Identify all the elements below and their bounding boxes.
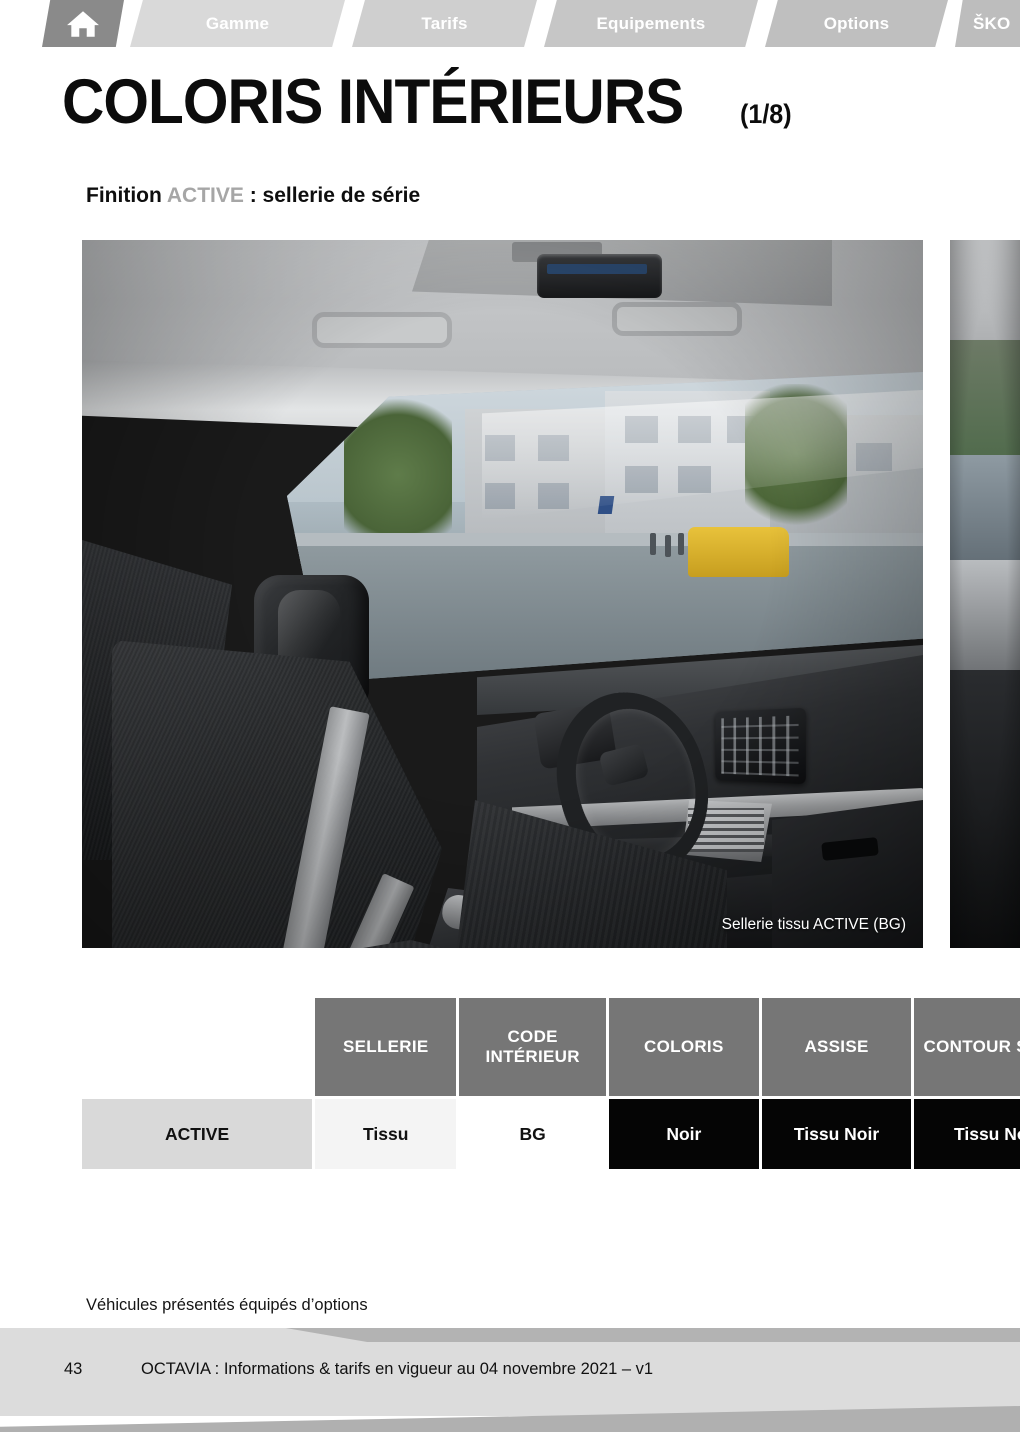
nav-tab-gamme[interactable]: Gamme <box>130 0 345 47</box>
table-header-code-interieur: CODE INTÉRIEUR <box>459 998 609 1096</box>
cell-code-interieur: BG <box>459 1096 609 1169</box>
footer-text: OCTAVIA : Informations & tarifs en vigue… <box>141 1360 654 1378</box>
photo-vignette <box>950 240 1020 948</box>
disclaimer-note: Véhicules présentés équipés d’options <box>86 1296 368 1314</box>
nav-tab-label: Gamme <box>205 13 270 33</box>
section-subtitle: Finition ACTIVE : sellerie de série <box>86 184 420 208</box>
nav-tab-label: Equipements <box>596 13 706 33</box>
nav-tab-skoda[interactable]: ŠKO <box>955 0 1020 47</box>
page-counter: (1/8) <box>740 99 792 129</box>
cell-coloris: Noir <box>608 1096 762 1169</box>
nav-tab-home[interactable] <box>42 0 124 47</box>
cell-finition: ACTIVE <box>82 1096 316 1169</box>
nav-tab-label: Tarifs <box>421 13 468 33</box>
nav-tab-equipements[interactable]: Equipements <box>544 0 758 47</box>
table-header-contour-siege: CONTOUR SIÈGE <box>914 998 1020 1096</box>
nav-tab-options[interactable]: Options <box>765 0 948 47</box>
subtitle-suffix: : sellerie de série <box>243 184 421 207</box>
top-navigation: Gamme Tarifs Equipements Options ŠKO <box>0 0 1020 47</box>
nav-tab-label: Options <box>823 13 890 33</box>
nav-tab-label: ŠKO <box>973 13 1011 33</box>
table-row: ACTIVE Tissu BG Noir Tissu Noir Tissu No… <box>82 1096 1020 1169</box>
table-header-coloris: COLORIS <box>608 998 762 1096</box>
table-header-assise: ASSISE <box>761 998 915 1096</box>
interior-photo-secondary <box>950 240 1020 948</box>
nav-tab-tarifs[interactable]: Tarifs <box>352 0 537 47</box>
home-icon <box>66 9 100 39</box>
page-number: 43 <box>64 1360 83 1378</box>
subtitle-prefix: Finition <box>86 184 167 207</box>
cell-sellerie: Tissu <box>315 1096 460 1169</box>
table-header-sellerie: SELLERIE <box>315 998 460 1096</box>
table-header-row: SELLERIE CODE INTÉRIEUR COLORIS ASSISE C… <box>82 998 1020 1096</box>
footer-white-strip <box>0 1432 1020 1442</box>
upholstery-spec-table: SELLERIE CODE INTÉRIEUR COLORIS ASSISE C… <box>82 998 1020 1169</box>
cell-assise: Tissu Noir <box>761 1096 915 1169</box>
interior-photo-main: Sellerie tissu ACTIVE (BG) <box>82 240 923 948</box>
page-title-row: COLORIS INTÉRIEURS (1/8) <box>0 62 1020 134</box>
photo-vignette <box>82 240 923 948</box>
page-footer: 43 OCTAVIA : Informations & tarifs en vi… <box>0 1328 1020 1442</box>
cell-contour-siege: Tissu Noir <box>914 1096 1020 1169</box>
subtitle-trim-name: ACTIVE <box>166 184 244 207</box>
table-header-blank <box>82 998 316 1096</box>
page-title: COLORIS INTÉRIEURS <box>62 67 684 137</box>
photo-caption: Sellerie tissu ACTIVE (BG) <box>721 916 906 933</box>
